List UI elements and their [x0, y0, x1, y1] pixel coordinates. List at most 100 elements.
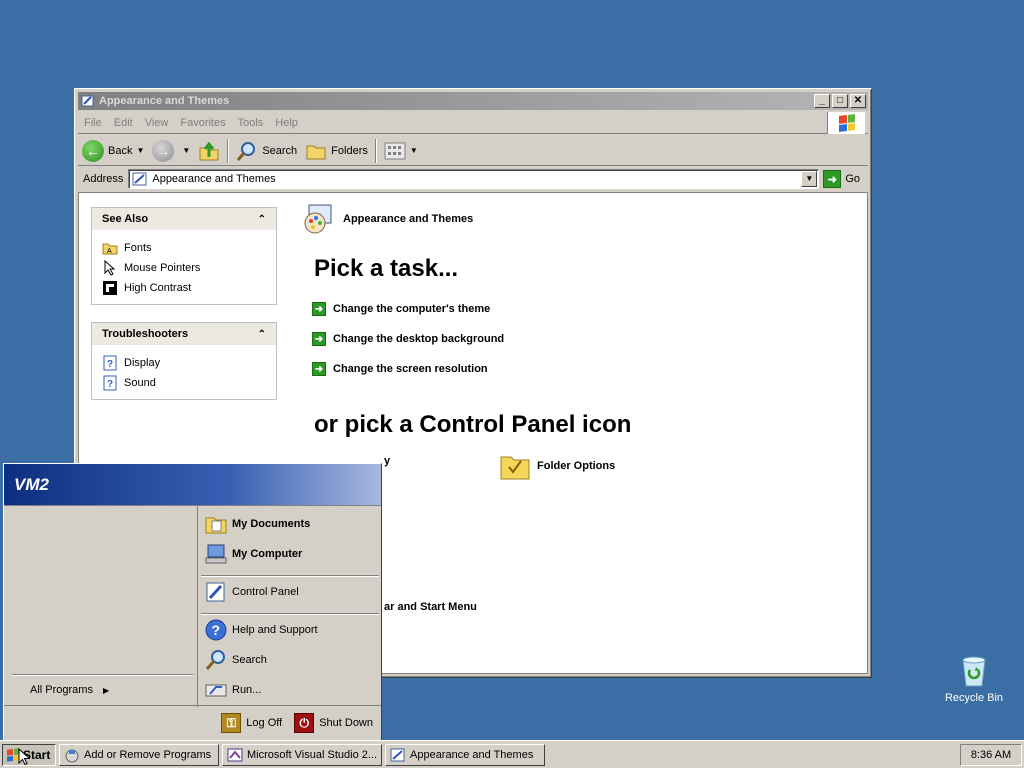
go-button[interactable]: ➜ Go	[819, 170, 868, 188]
pick-task-heading: Pick a task...	[314, 255, 459, 282]
start-menu: VM2 All Programs ▶ My Documents My Compu…	[3, 463, 382, 741]
back-button[interactable]: ← Back ▼	[78, 138, 148, 164]
troubleshooters-pane: Troubleshooters ⌃ ? Display ? Sound	[91, 322, 277, 400]
start-item-control-panel[interactable]: Control Panel	[204, 580, 299, 604]
help-icon: ?	[103, 375, 117, 391]
start-item-my-documents[interactable]: My Documents	[204, 512, 310, 536]
taskbar-item-add-remove-programs[interactable]: Add or Remove Programs	[59, 743, 219, 766]
category-title: Appearance and Themes	[343, 213, 474, 225]
title-bar[interactable]: Appearance and Themes _ □ ✕	[78, 92, 868, 110]
troubleshooters-header[interactable]: Troubleshooters ⌃	[92, 323, 276, 345]
menu-file[interactable]: File	[78, 117, 108, 129]
see-also-pane: See Also ⌃ A Fonts Mouse Pointers High C…	[91, 207, 277, 305]
cp-icon-label: y	[384, 455, 391, 467]
green-arrow-icon: ➜	[312, 332, 326, 346]
start-item-search[interactable]: Search	[204, 648, 267, 672]
address-field[interactable]: Appearance and Themes ▼	[128, 169, 820, 189]
search-icon	[205, 650, 225, 670]
menu-help[interactable]: Help	[269, 117, 304, 129]
address-bar: Address Appearance and Themes ▼ ➜ Go	[78, 168, 868, 190]
task-change-background[interactable]: ➜ Change the desktop background	[312, 332, 504, 346]
cp-icon-label: ar and Start Menu	[384, 601, 477, 613]
task-label: Change the desktop background	[333, 333, 505, 345]
forward-dropdown-icon[interactable]: ▼	[182, 146, 190, 155]
start-item-label: Control Panel	[232, 586, 299, 598]
run-icon	[205, 684, 227, 697]
see-also-label: High Contrast	[124, 282, 192, 294]
menu-favorites[interactable]: Favorites	[174, 117, 231, 129]
start-item-label: My Documents	[232, 518, 311, 530]
menu-edit[interactable]: Edit	[108, 117, 139, 129]
recycle-bin-icon	[962, 656, 986, 687]
taskbar-item-label: Appearance and Themes	[410, 748, 534, 761]
task-change-theme[interactable]: ➜ Change the computer's theme	[312, 302, 490, 316]
start-item-run[interactable]: Run...	[204, 678, 261, 702]
cp-icon-display[interactable]: y	[384, 455, 390, 467]
folders-button[interactable]: Folders	[301, 138, 372, 164]
all-programs-button[interactable]: All Programs ▶	[30, 684, 109, 696]
search-button[interactable]: Search	[232, 138, 301, 164]
address-label: Address	[83, 173, 124, 185]
taskbar-item-visual-studio[interactable]: Microsoft Visual Studio 2...	[222, 743, 382, 766]
all-programs-label: All Programs	[30, 684, 93, 696]
svg-text:?: ?	[107, 379, 113, 390]
user-name: VM2	[14, 474, 49, 494]
folders-label: Folders	[331, 144, 368, 157]
divider	[12, 674, 193, 676]
my-computer-icon	[205, 544, 227, 564]
log-off-button[interactable]: ⚿ Log Off	[221, 713, 282, 733]
views-dropdown-icon[interactable]: ▼	[410, 146, 418, 155]
back-dropdown-icon[interactable]: ▼	[136, 146, 144, 155]
svg-text:?: ?	[212, 622, 221, 638]
taskbar-item-label: Microsoft Visual Studio 2...	[247, 748, 378, 761]
shut-down-button[interactable]: ⏻ Shut Down	[294, 713, 373, 733]
menu-view[interactable]: View	[139, 117, 175, 129]
see-also-header[interactable]: See Also ⌃	[92, 208, 276, 230]
back-arrow-icon: ←	[82, 139, 104, 162]
go-label: Go	[845, 173, 860, 185]
troubleshooter-item-display[interactable]: ? Display	[102, 353, 266, 373]
cp-icon-folder-options[interactable]: Folder Options	[499, 451, 615, 481]
system-tray-clock[interactable]: 8:36 AM	[960, 743, 1022, 766]
svg-text:A: A	[107, 248, 112, 255]
address-dropdown-icon[interactable]: ▼	[801, 171, 818, 187]
start-item-label: Run...	[232, 684, 262, 696]
troubleshooter-item-sound[interactable]: ? Sound	[102, 373, 266, 393]
recycle-bin[interactable]: Recycle Bin	[944, 656, 1004, 704]
see-also-item-high-contrast[interactable]: High Contrast	[102, 278, 266, 298]
task-label: Change the screen resolution	[333, 363, 488, 375]
forward-button[interactable]: → ▼	[148, 138, 194, 164]
see-also-item-mouse-pointers[interactable]: Mouse Pointers	[102, 258, 266, 278]
task-change-resolution[interactable]: ➜ Change the screen resolution	[312, 362, 488, 376]
cp-icon-taskbar[interactable]: ar and Start Menu	[384, 601, 477, 613]
windows-logo	[827, 112, 865, 134]
green-arrow-icon: ➜	[312, 362, 326, 376]
my-documents-icon	[205, 517, 227, 534]
start-menu-footer: ⚿ Log Off ⏻ Shut Down	[4, 705, 381, 740]
close-button[interactable]: ✕	[850, 94, 866, 108]
views-button[interactable]: ▼	[380, 138, 422, 164]
toolbar-separator	[374, 138, 377, 163]
search-icon	[237, 141, 256, 161]
control-panel-icon	[390, 748, 405, 761]
start-item-help-support[interactable]: ? Help and Support	[204, 618, 318, 642]
see-also-item-fonts[interactable]: A Fonts	[102, 238, 266, 258]
menu-bar: File Edit View Favorites Tools Help	[78, 112, 868, 134]
minimize-button[interactable]: _	[814, 94, 830, 108]
up-button[interactable]	[194, 138, 224, 164]
menu-tools[interactable]: Tools	[232, 117, 270, 129]
start-item-label: Search	[232, 654, 267, 666]
power-icon: ⏻	[294, 713, 315, 733]
see-also-title: See Also	[102, 213, 149, 225]
toolbar: ← Back ▼ → ▼ Search Folders ▼	[78, 136, 868, 166]
collapse-chevron-icon[interactable]: ⌃	[258, 214, 266, 225]
toolbar-separator	[227, 138, 230, 163]
back-label: Back	[108, 144, 133, 157]
taskbar-item-appearance-themes[interactable]: Appearance and Themes	[385, 743, 545, 766]
start-item-label: My Computer	[232, 548, 303, 560]
maximize-button[interactable]: □	[832, 94, 848, 108]
start-item-my-computer[interactable]: My Computer	[204, 542, 302, 566]
mouse-pointer-icon	[104, 260, 116, 276]
add-remove-programs-icon	[65, 749, 79, 762]
collapse-chevron-icon[interactable]: ⌃	[258, 329, 266, 340]
